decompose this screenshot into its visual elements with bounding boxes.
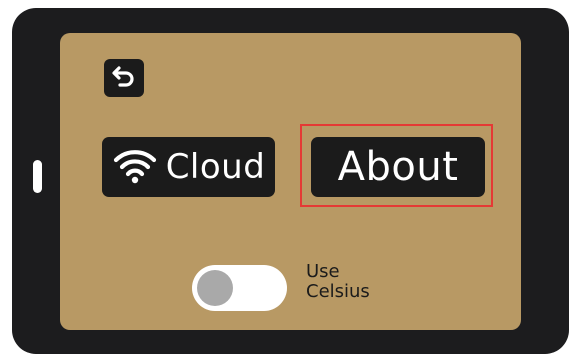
wifi-icon (112, 146, 158, 188)
device-side-button[interactable] (33, 160, 42, 193)
about-button[interactable]: About (311, 137, 485, 197)
about-button-label: About (337, 144, 459, 190)
celsius-toggle-label: Use Celsius (306, 262, 370, 302)
toggle-knob (197, 270, 233, 306)
celsius-toggle[interactable] (192, 265, 287, 311)
back-arrow-icon (111, 64, 137, 92)
toggle-label-line2: Celsius (306, 281, 370, 302)
cloud-button[interactable]: Cloud (102, 137, 275, 197)
back-button[interactable] (104, 59, 144, 97)
toggle-label-line1: Use (306, 261, 340, 282)
cloud-button-label: Cloud (165, 147, 266, 187)
